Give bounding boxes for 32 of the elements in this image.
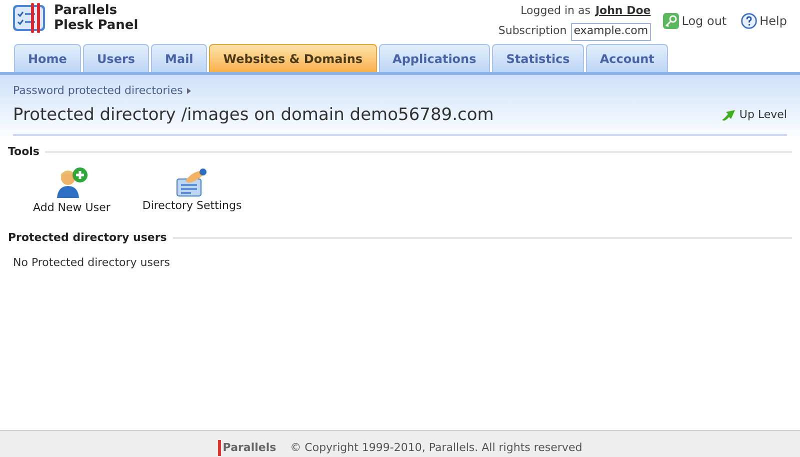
- add-user-tool[interactable]: Add New User: [33, 166, 110, 216]
- user-add-icon: [54, 166, 89, 198]
- nav-tab[interactable]: Statistics: [492, 44, 584, 72]
- nav-tab[interactable]: Home: [14, 44, 81, 72]
- user-name-link[interactable]: John Doe: [595, 3, 651, 20]
- nav-tab[interactable]: Users: [82, 44, 150, 72]
- nav-tab[interactable]: Applications: [378, 44, 490, 72]
- page-title: Protected directory /images on domain demo56789.com: [13, 104, 494, 126]
- nav-tab[interactable]: Mail: [151, 44, 208, 72]
- logout-link[interactable]: Log out: [662, 12, 727, 30]
- subscription-label: Subscription: [498, 23, 567, 40]
- logged-in-label: Logged in as: [520, 3, 590, 19]
- section-title: Tools: [8, 144, 40, 160]
- logo-icon: [13, 3, 47, 33]
- nav-tab[interactable]: Websites & Domains: [209, 44, 377, 72]
- form-pointer-icon: [175, 166, 210, 196]
- nav-tab[interactable]: Account: [586, 44, 668, 72]
- brand-name: Parallels: [54, 3, 118, 18]
- help-icon: [740, 13, 757, 29]
- settings-tool[interactable]: Directory Settings: [142, 166, 242, 216]
- brand-product: Plesk Panel: [54, 18, 138, 33]
- footer-logo: Parallels: [218, 440, 276, 456]
- chevron-icon: [186, 88, 191, 94]
- arrow-icon: [722, 108, 736, 122]
- subscription-select[interactable]: example.com: [570, 22, 651, 40]
- help-link[interactable]: Help: [740, 12, 787, 30]
- key-icon: [662, 13, 679, 29]
- copyright-text: © Copyright 1999-2010, Parallels. All rights reserved: [290, 440, 582, 456]
- up-level-link[interactable]: Up Level: [722, 107, 787, 124]
- empty-message: No Protected directory users: [13, 254, 172, 270]
- breadcrumb-link[interactable]: Password protected directories: [13, 83, 183, 100]
- section-title: Protected directory users: [8, 230, 167, 246]
